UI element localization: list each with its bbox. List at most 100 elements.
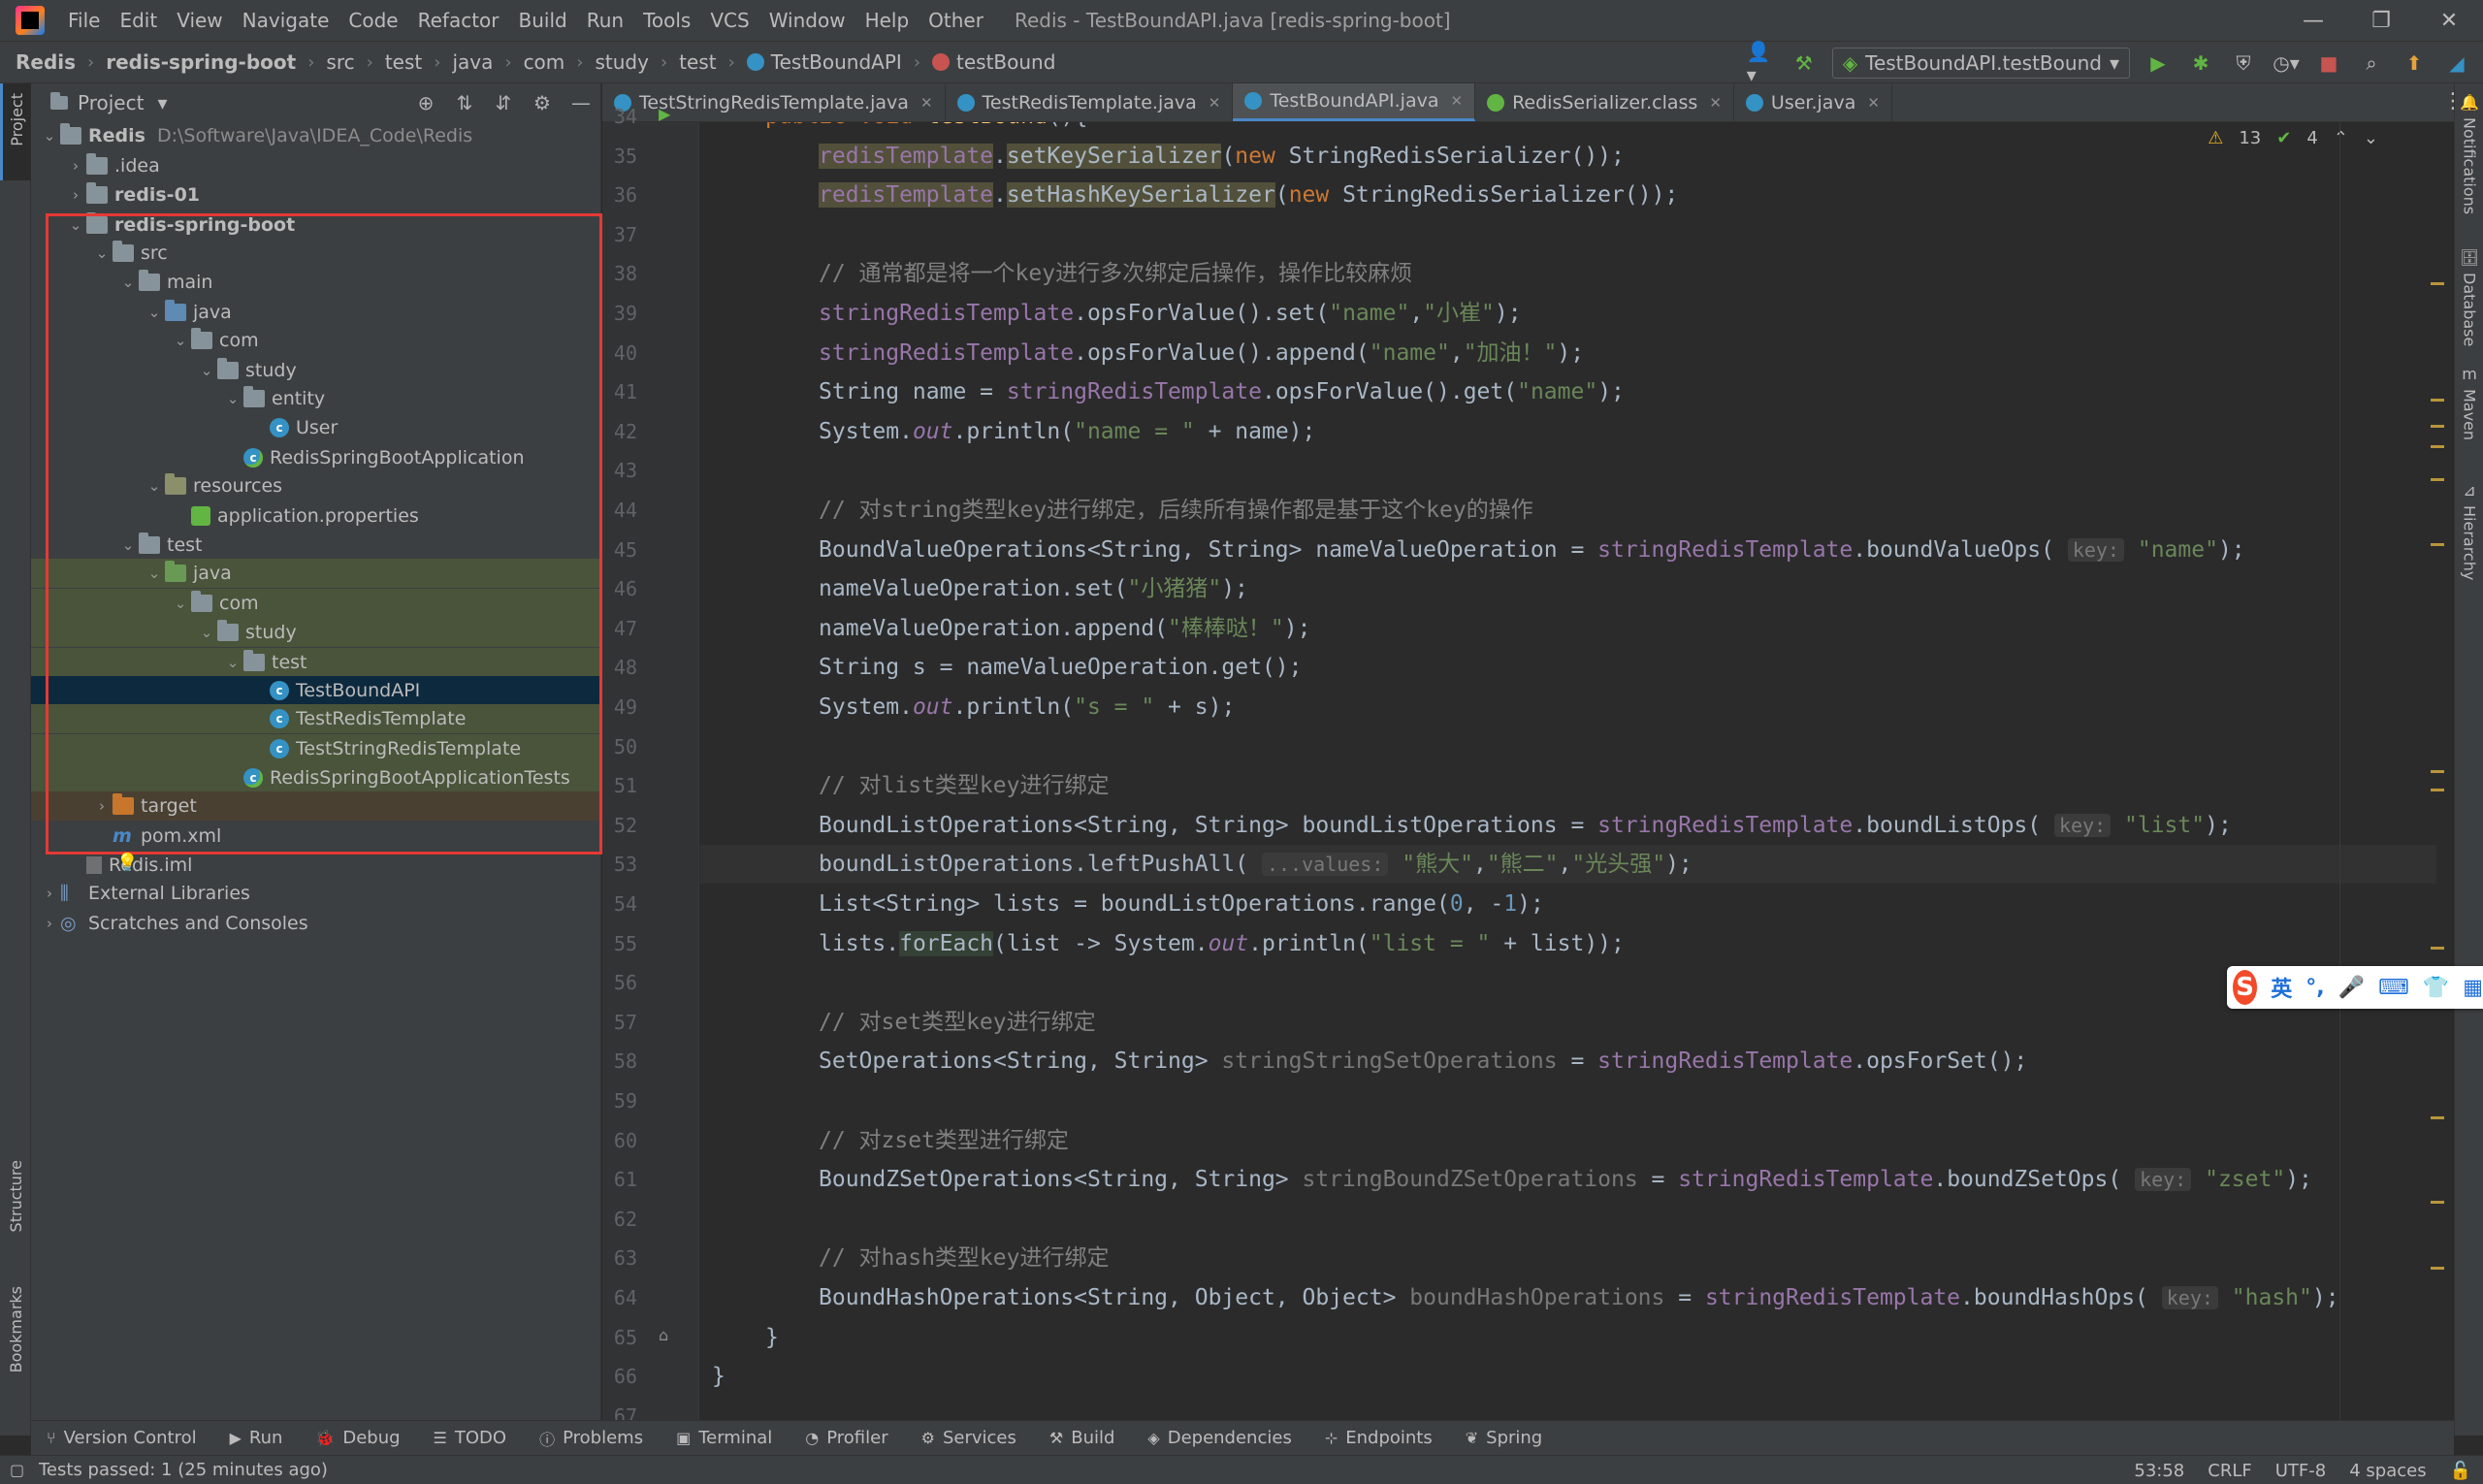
close-tab-icon[interactable]: ✕ [1709,94,1722,112]
breadcrumb-item[interactable]: test [385,50,422,74]
code-line[interactable]: // 对hash类型key进行绑定 [819,1239,1109,1277]
menu-item-run[interactable]: Run [577,0,633,41]
grid-menu-icon[interactable]: ▦ [2463,976,2483,1000]
bookmarks-tool-tab[interactable]: Bookmarks [0,1286,31,1412]
code-line[interactable]: stringRedisTemplate.opsForValue().append… [819,334,1584,372]
chevron-down-icon[interactable]: ⌄ [91,244,113,262]
breadcrumb-item[interactable]: TestBoundAPI [746,50,902,74]
tree-item-test[interactable]: ⌄ test [31,647,601,677]
chevron-down-icon[interactable]: ⌄ [144,304,165,321]
chevron-up-icon[interactable]: ⌃ [2334,128,2348,148]
menu-item-window[interactable]: Window [759,0,855,41]
editor-tab-teststringredistemplate-java[interactable]: TestStringRedisTemplate.java ✕ [602,83,946,121]
gear-icon[interactable]: ⚙ [531,91,554,114]
tree-item--idea[interactable]: › .idea [31,151,601,180]
chevron-right-icon[interactable]: › [39,885,60,902]
code-line[interactable]: nameValueOperation.set("小猪猪"); [819,569,1248,608]
tool-window-endpoints[interactable]: ⊹ Endpoints [1325,1428,1433,1448]
user-icon[interactable]: 👤▾ [1747,40,1776,86]
tree-item-redis-01[interactable]: › redis-01 [31,180,601,210]
expand-all-icon[interactable]: ⇅ [453,91,476,114]
collapse-all-icon[interactable]: ⇵ [492,91,515,114]
tree-item-main[interactable]: ⌄ main [31,268,601,297]
breadcrumb-item[interactable]: com [524,50,565,74]
tool-window-debug[interactable]: 🐞 Debug [315,1428,400,1448]
tree-item-com[interactable]: ⌄ com [31,589,601,619]
tree-item-external-libraries[interactable]: › ⫼ External Libraries [31,879,601,908]
chevron-down-icon[interactable]: ⌄ [222,390,243,407]
breadcrumb-item[interactable]: testBound [932,50,1055,74]
editor-tab-redisserializer-class[interactable]: RedisSerializer.class ✕ [1475,83,1734,121]
tree-item-src[interactable]: ⌄ src [31,239,601,268]
inspection-widget[interactable]: ⚠ 13 ✔ 4 ⌃ ⌄ [2208,128,2378,148]
tree-item-testredistemplate[interactable]: c TestRedisTemplate [31,704,601,734]
code-line[interactable]: BoundZSetOperations<String, String> stri… [819,1160,2312,1199]
menu-item-edit[interactable]: Edit [110,0,167,41]
intention-bulb-icon[interactable]: 💡 [116,853,138,873]
run-method-gutter-icon[interactable]: ▶ [659,105,670,123]
warning-marker[interactable] [2431,444,2444,448]
breadcrumb-item[interactable]: java [452,50,493,74]
coverage-icon[interactable]: ⛨ [2229,48,2258,78]
code-line[interactable]: BoundListOperations<String, String> boun… [819,806,2232,845]
code-line[interactable]: System.out.println("name = " + name); [819,412,1315,451]
tool-tab-maven[interactable]: m Maven [2455,365,2483,440]
menu-item-build[interactable]: Build [509,0,577,41]
tool-window-version-control[interactable]: ⑂ Version Control [47,1428,197,1448]
chevron-down-icon[interactable]: ⌄ [117,274,139,291]
tree-item-user[interactable]: c User [31,413,601,442]
code-line[interactable]: // 对set类型key进行绑定 [819,1003,1096,1042]
code-line[interactable]: boundListOperations.leftPushAll( ...valu… [819,845,1693,884]
chevron-down-icon[interactable]: ⌄ [196,624,217,641]
tree-item-redis-spring-boot[interactable]: ⌄ redis-spring-boot [31,210,601,240]
file-encoding[interactable]: UTF-8 [2275,1461,2326,1481]
tree-item-java[interactable]: ⌄ java [31,298,601,327]
chevron-right-icon[interactable]: › [39,915,60,932]
warning-marker[interactable] [2431,1116,2444,1120]
code-line[interactable]: System.out.println("s = " + s); [819,688,1235,726]
chevron-down-icon[interactable]: ⌄ [170,332,191,349]
close-tab-icon[interactable]: ✕ [1867,94,1880,112]
chevron-down-icon[interactable]: ⌄ [222,654,243,671]
close-tab-icon[interactable]: ✕ [920,94,933,112]
fold-icon[interactable]: ⌂ [659,1326,668,1344]
status-toggle-icon[interactable]: ▢ [10,1461,24,1479]
chevron-down-icon[interactable]: ⌄ [144,565,165,582]
ime-language-toggle[interactable]: 英 [2271,972,2292,1003]
tree-item-redisspringbootapplication[interactable]: c RedisSpringBootApplication [31,443,601,472]
tool-window-build[interactable]: ⚒ Build [1049,1428,1115,1448]
code-line[interactable]: // 对zset类型进行绑定 [819,1121,1069,1160]
warning-marker[interactable] [2431,789,2444,792]
code-line[interactable]: nameValueOperation.append("棒棒哒！"); [819,609,1310,648]
code-line[interactable]: } [712,1357,726,1396]
warning-marker[interactable] [2431,1200,2444,1204]
run-icon[interactable]: ▶ [2144,48,2173,78]
chevron-down-icon[interactable]: ⌄ [196,362,217,379]
caret-position[interactable]: 53:58 [2134,1461,2184,1481]
tree-item-test[interactable]: ⌄ test [31,531,601,560]
warning-marker[interactable] [2431,1267,2444,1271]
chevron-down-icon[interactable]: ⌄ [39,127,60,145]
menu-item-navigate[interactable]: Navigate [233,0,339,41]
code-line[interactable]: lists.forEach(list -> System.out.println… [819,924,1625,963]
code-line[interactable]: SetOperations<String, String> stringStri… [819,1042,2027,1081]
warning-marker[interactable] [2431,399,2444,403]
tree-item-teststringredistemplate[interactable]: c TestStringRedisTemplate [31,734,601,764]
punctuation-icon[interactable]: °, [2306,976,2324,1000]
tree-item-scratches-and-consoles[interactable]: › ◎ Scratches and Consoles [31,909,601,938]
chevron-down-icon[interactable]: ⌄ [170,595,191,612]
menu-item-vcs[interactable]: VCS [700,0,758,41]
chevron-right-icon[interactable]: › [65,186,86,204]
menu-item-code[interactable]: Code [339,0,407,41]
code-line[interactable]: // 对string类型key进行绑定，后续所有操作都是基于这个key的操作 [819,491,1533,530]
tree-item-application-properties[interactable]: application.properties [31,501,601,531]
tree-item-study[interactable]: ⌄ study [31,617,601,647]
stop-icon[interactable]: ■ [2314,48,2343,78]
code-line[interactable]: // 对list类型key进行绑定 [819,766,1109,805]
structure-tool-tab[interactable]: Structure [0,1160,31,1267]
tree-item-redisspringbootapplicationtests[interactable]: c RedisSpringBootApplicationTests [31,762,601,792]
chevron-down-icon[interactable]: ⌄ [144,477,165,495]
menu-item-refactor[interactable]: Refactor [408,0,509,41]
code-line[interactable]: String s = nameValueOperation.get(); [819,648,1303,687]
warning-marker[interactable] [2431,543,2444,547]
